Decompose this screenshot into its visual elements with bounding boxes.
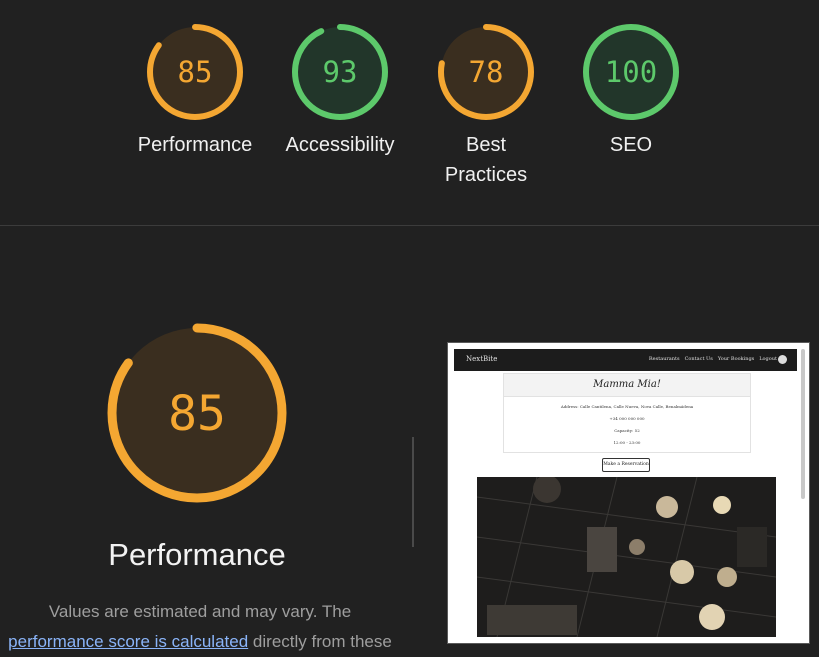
score-description: Values are estimated and may vary. The p… (0, 597, 410, 657)
restaurant-capacity: Capacity: 52 (614, 428, 640, 433)
restaurant-name: Mamma Mia! (504, 374, 750, 397)
section-title: Performance (108, 537, 286, 572)
restaurant-phone: +34 000 000 000 (609, 416, 645, 421)
gauge-label: SEO (609, 134, 653, 156)
restaurant-hours: 12:00 - 23:00 (613, 440, 641, 445)
final-screenshot: NextBite Restaurants Contact Us Your Boo… (447, 342, 810, 644)
section-divider (0, 225, 819, 226)
score-gauges: 85 Performance 93 Accessibility 78 Best … (0, 0, 819, 226)
desc-text-2: directly from these (252, 632, 392, 651)
gauge-best-practices[interactable]: 78 Best Practices (421, 22, 551, 190)
nav-link: Your Bookings (717, 356, 755, 362)
vertical-divider (412, 437, 414, 547)
gauge-ring: 100 (583, 24, 679, 120)
restaurant-card: Mamma Mia! Address: Calle Cantilena, Cal… (503, 373, 751, 453)
main-performance-gauge: 85 (104, 320, 290, 506)
main-score: 85 (168, 386, 226, 442)
desc-text: Values are estimated and may vary. The (48, 602, 352, 621)
gauge-label: Accessibility (285, 134, 395, 156)
gauge-score: 78 (469, 55, 504, 89)
gauge-label: Best Practices (444, 134, 528, 186)
gauge-label: Performance (137, 134, 253, 156)
gauge-score: 85 (178, 55, 213, 89)
restaurant-photo (477, 477, 776, 637)
screenshot-scrollbar (801, 349, 805, 499)
site-brand: NextBite (466, 355, 498, 363)
gauge-ring: 85 (147, 24, 243, 120)
site-nav-links: Restaurants Contact Us Your Bookings Log… (649, 356, 777, 362)
nav-link: Restaurants (648, 356, 680, 362)
gauge-score: 100 (605, 55, 657, 89)
gauge-score: 93 (323, 55, 358, 89)
gauge-performance[interactable]: 85 Performance (130, 22, 260, 160)
reservation-button: Make a Reservation (602, 458, 650, 472)
nav-link: Contact Us (684, 356, 713, 362)
main-gauge-ring: 85 (107, 323, 287, 503)
site-navbar: NextBite Restaurants Contact Us Your Boo… (454, 349, 797, 371)
screenshot-viewport: NextBite Restaurants Contact Us Your Boo… (454, 349, 797, 637)
restaurant-address: Address: Calle Cantilena, Calle Nueva, N… (560, 404, 694, 409)
restaurant-photo-art (477, 477, 776, 637)
score-calculation-link[interactable]: performance score is calculated (8, 632, 248, 651)
user-icon (778, 355, 787, 364)
gauge-seo[interactable]: 100 SEO (566, 22, 696, 160)
nav-link: Logout (759, 356, 777, 362)
gauge-ring: 78 (438, 24, 534, 120)
gauge-accessibility[interactable]: 93 Accessibility (275, 22, 405, 160)
gauge-ring: 93 (292, 24, 388, 120)
